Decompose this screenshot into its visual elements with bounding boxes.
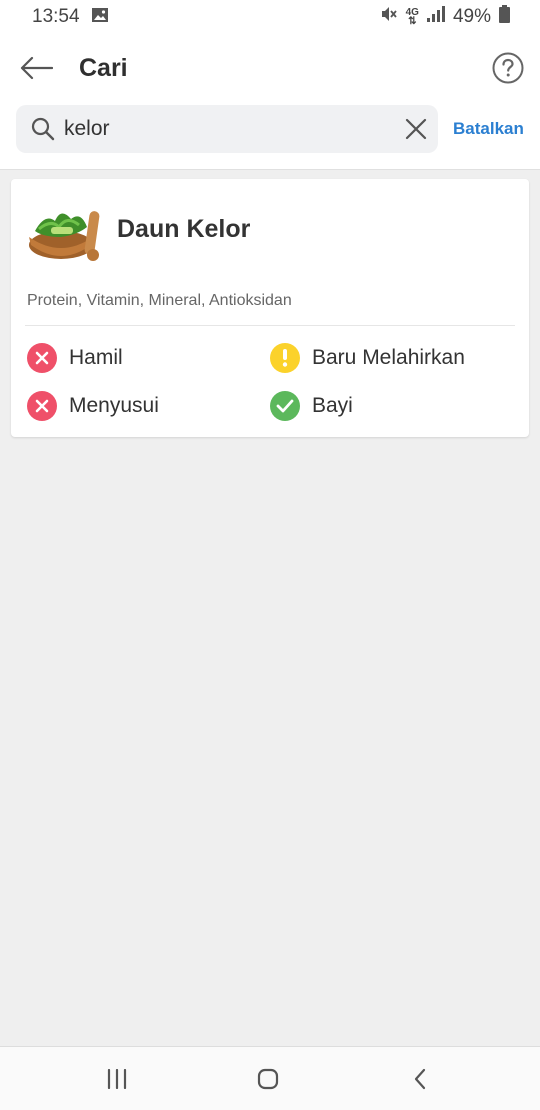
status-bayi: Bayi bbox=[270, 391, 353, 421]
status-label: Menyusui bbox=[69, 394, 159, 417]
warning-icon bbox=[270, 343, 300, 373]
help-circle-icon bbox=[492, 52, 524, 84]
status-menyusui: Menyusui bbox=[27, 391, 159, 421]
status-baru-melahirkan: Baru Melahirkan bbox=[270, 343, 465, 373]
status-hamil: Hamil bbox=[27, 343, 123, 373]
clear-search-button[interactable] bbox=[394, 105, 438, 153]
help-button[interactable] bbox=[492, 52, 524, 84]
home-icon bbox=[257, 1068, 279, 1090]
arrow-left-icon bbox=[20, 56, 53, 80]
food-name: Daun Kelor bbox=[117, 215, 251, 243]
recent-apps-icon bbox=[107, 1069, 127, 1089]
system-nav-bar bbox=[0, 1046, 540, 1110]
close-icon bbox=[405, 118, 427, 140]
search-input[interactable] bbox=[64, 105, 394, 153]
recent-apps-button[interactable] bbox=[99, 1063, 135, 1095]
network-label: 4G ⇅ bbox=[405, 7, 419, 27]
status-label: Bayi bbox=[312, 394, 353, 417]
system-back-button[interactable] bbox=[402, 1063, 438, 1095]
battery-label: 49% bbox=[452, 6, 491, 27]
status-time: 13:54 bbox=[32, 6, 80, 27]
mute-icon bbox=[380, 5, 398, 29]
app-header: Cari Batalkan bbox=[0, 34, 540, 170]
cancel-button[interactable]: Batalkan bbox=[453, 119, 524, 139]
moringa-thumbnail bbox=[29, 211, 100, 261]
nutrients-text: Protein, Vitamin, Mineral, Antioksidan bbox=[27, 292, 292, 309]
image-icon bbox=[91, 6, 108, 28]
back-button[interactable] bbox=[18, 52, 54, 84]
back-icon bbox=[414, 1068, 426, 1090]
result-card[interactable]: Daun Kelor Protein, Vitamin, Mineral, An… bbox=[11, 179, 529, 437]
cross-icon bbox=[27, 343, 57, 373]
check-icon bbox=[270, 391, 300, 421]
signal-icon bbox=[426, 6, 445, 28]
page-title: Cari bbox=[79, 54, 128, 82]
status-label: Baru Melahirkan bbox=[312, 346, 465, 369]
search-icon bbox=[16, 105, 64, 153]
status-bar: 13:54 4G ⇅ 49% bbox=[0, 0, 540, 34]
home-button[interactable] bbox=[250, 1063, 286, 1095]
divider bbox=[25, 325, 515, 326]
cross-icon bbox=[27, 391, 57, 421]
search-bar bbox=[16, 105, 438, 153]
battery-icon bbox=[499, 5, 510, 29]
status-label: Hamil bbox=[69, 346, 123, 369]
